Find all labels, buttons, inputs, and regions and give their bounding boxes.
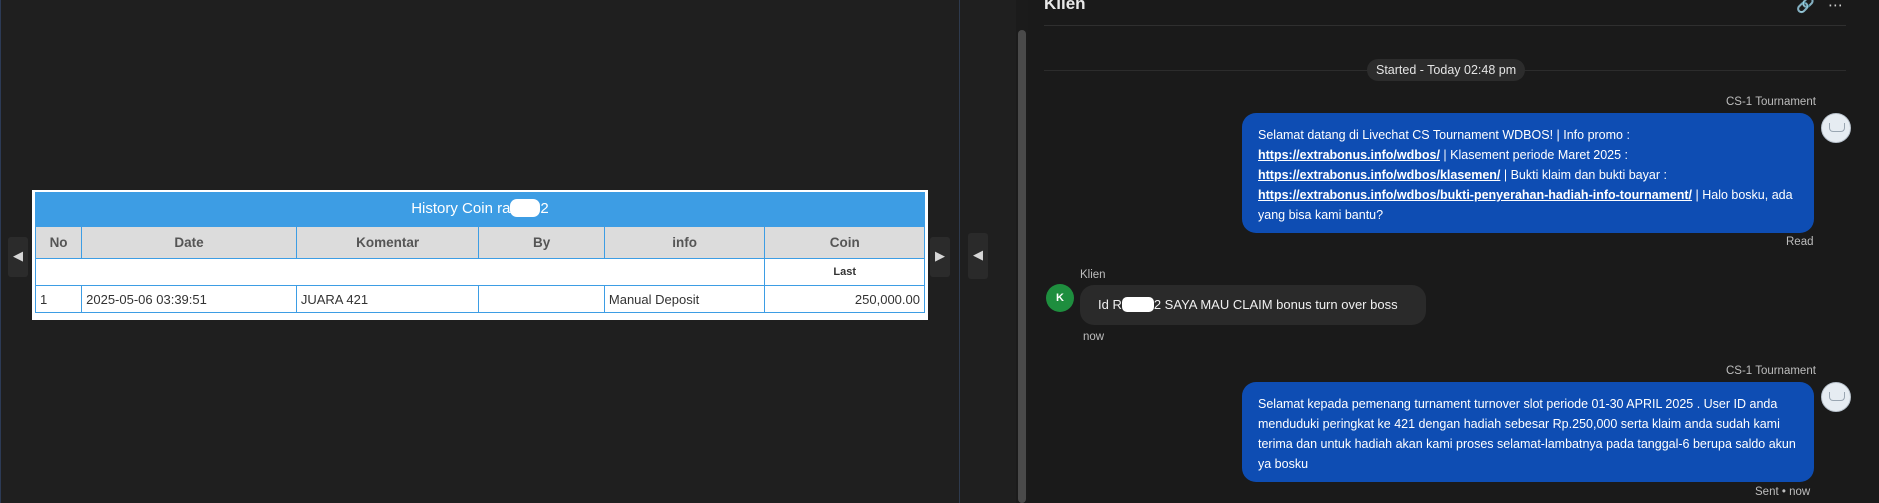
col-no: No	[34, 226, 83, 259]
subheader-row: Last	[34, 258, 925, 286]
agent-avatar	[1821, 113, 1851, 143]
message-status: Sent • now	[1755, 486, 1811, 498]
message-text-suffix: 2 SAYA MAU CLAIM bonus turn over boss	[1153, 297, 1398, 312]
header-divider	[1044, 25, 1846, 26]
subheader-spacer	[34, 258, 766, 286]
client-message-bubble: Id R 2 SAYA MAU CLAIM bonus turn over bos…	[1080, 285, 1426, 325]
klasemen-link[interactable]: https://extrabonus.info/wdbos/klasemen/	[1258, 168, 1500, 182]
cell-info: Manual Deposit	[603, 285, 766, 313]
history-title-suffix: 2	[540, 200, 549, 217]
col-date: Date	[81, 226, 297, 259]
table-row: 1 2025-05-06 03:39:51 JUARA 421 Manual D…	[34, 285, 925, 313]
chat-pane: Klien 🔗 ⋯ Started - Today 02:48 pm CS-1 …	[1028, 0, 1879, 503]
link-icon[interactable]: 🔗	[1796, 0, 1815, 14]
col-by: By	[478, 226, 605, 259]
message-text: | Bukti klaim dan bukti bayar :	[1500, 168, 1667, 182]
collapse-arrow-icon[interactable]: ◀	[968, 233, 988, 279]
message-text: Selamat kepada pemenang turnament turnov…	[1258, 397, 1796, 471]
message-text: | Klasement periode Maret 2025 :	[1439, 148, 1629, 162]
cell-coin: 250,000.00	[764, 285, 925, 313]
message-sender: Klien	[1080, 269, 1106, 281]
message-status: Read	[1786, 236, 1814, 248]
subheader-last: Last	[764, 258, 925, 286]
coin-history-pane: ◀ ▶ History Coin ra 2 No Date Komentar By…	[0, 0, 958, 503]
redaction-mask	[1121, 296, 1154, 312]
promo-link[interactable]: https://extrabonus.info/wdbos/	[1258, 148, 1440, 162]
table-header-row: No Date Komentar By info Coin	[34, 226, 925, 259]
cell-date: 2025-05-06 03:39:51	[81, 285, 297, 313]
message-sender: CS-1 Tournament	[1726, 365, 1816, 377]
history-table: No Date Komentar By info Coin Last 1 202…	[34, 226, 925, 313]
arrow-left-icon[interactable]: ◀	[8, 237, 28, 277]
cell-komentar: JUARA 421	[295, 285, 480, 313]
bukti-link[interactable]: https://extrabonus.info/wdbos/bukti-peny…	[1258, 188, 1692, 202]
pane-edge	[0, 0, 1, 503]
message-text-prefix: Id R	[1098, 297, 1122, 312]
col-komentar: Komentar	[295, 226, 480, 259]
agent-message-bubble: Selamat kepada pemenang turnament turnov…	[1242, 382, 1814, 482]
agent-avatar	[1821, 382, 1851, 412]
scrollbar-thumb[interactable]	[1018, 30, 1026, 503]
message-sender: CS-1 Tournament	[1726, 96, 1816, 108]
chat-title: Klien	[1044, 0, 1086, 13]
pane-divider	[959, 0, 960, 503]
history-coin-panel: History Coin ra 2 No Date Komentar By inf…	[32, 190, 928, 320]
history-title-prefix: History Coin ra	[411, 200, 511, 217]
cell-no: 1	[34, 285, 83, 313]
arrow-right-icon[interactable]: ▶	[930, 237, 950, 277]
more-icon[interactable]: ⋯	[1828, 0, 1843, 14]
message-text: Selamat datang di Livechat CS Tournament…	[1258, 128, 1630, 142]
cell-by	[478, 285, 605, 313]
col-info: info	[603, 226, 766, 259]
chat-started-badge: Started - Today 02:48 pm	[1367, 59, 1526, 81]
message-time: now	[1083, 331, 1105, 343]
agent-message-bubble: Selamat datang di Livechat CS Tournament…	[1242, 113, 1814, 233]
history-title: History Coin ra 2	[35, 192, 925, 226]
client-avatar: K	[1046, 284, 1074, 312]
col-coin: Coin	[764, 226, 925, 259]
redaction-mask	[510, 198, 541, 217]
